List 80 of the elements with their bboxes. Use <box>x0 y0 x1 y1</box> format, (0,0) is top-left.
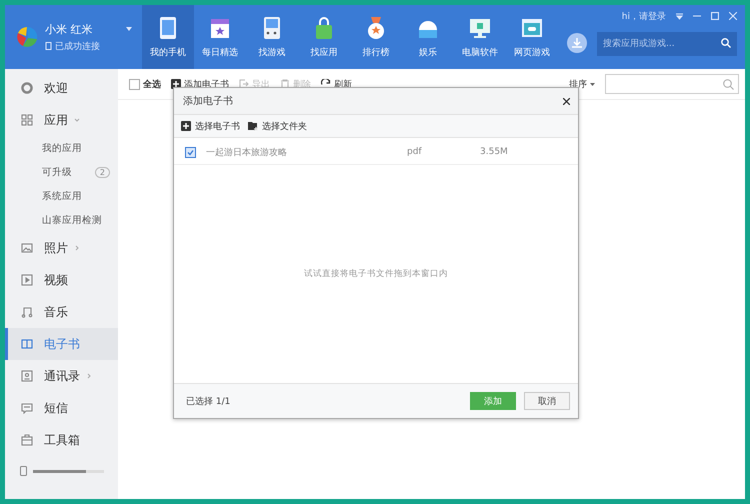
drop-hint: 试试直接将电子书文件拖到本窗口内 <box>304 268 448 280</box>
nav-tab[interactable]: 每日精选 <box>194 5 246 69</box>
nav-tab[interactable]: 我的手机 <box>142 5 194 69</box>
nav-tab[interactable]: 网页游戏 <box>506 5 558 69</box>
storage-bar <box>33 470 104 472</box>
sidebar-item[interactable]: 视频 <box>5 264 118 296</box>
sidebar-item[interactable]: 工具箱 <box>5 424 118 456</box>
download-button[interactable] <box>567 33 587 53</box>
message-icon <box>21 402 33 414</box>
sidebar-subitem[interactable]: 可升级 2 <box>5 160 118 184</box>
nav-tab[interactable]: 娱乐 <box>402 5 454 69</box>
contact-icon <box>21 370 33 382</box>
sidebar-label: 照片 <box>44 240 68 256</box>
chevron-down-icon <box>74 117 80 123</box>
file-name: 一起游日本旅游攻略 <box>206 146 288 158</box>
maximize-icon[interactable] <box>711 12 719 20</box>
download-icon <box>572 38 582 48</box>
music-note-icon <box>21 306 33 318</box>
sidebar-label: 电子书 <box>44 336 80 352</box>
file-checkbox[interactable] <box>185 146 196 158</box>
sidebar-label: 短信 <box>44 400 68 416</box>
nav-tab[interactable]: 排行榜 <box>350 5 402 69</box>
sidebar-label: 音乐 <box>44 304 68 320</box>
dialog-tool-button[interactable]: 选择电子书 <box>181 120 240 132</box>
image-icon <box>21 242 33 254</box>
dialog-tool-button[interactable]: 选择文件夹 <box>248 120 307 132</box>
video-icon <box>21 274 33 286</box>
sidebar-subitem[interactable]: 系统应用 <box>5 184 118 208</box>
circle-icon <box>21 82 33 94</box>
search-field[interactable] <box>605 74 739 94</box>
sidebar-label: 工具箱 <box>44 432 80 448</box>
device-name: 小米 红米 <box>45 22 94 36</box>
toolbox-icon <box>21 434 33 446</box>
book-icon <box>21 338 33 350</box>
caret-icon <box>590 82 595 86</box>
sidebar-item[interactable]: 欢迎 <box>5 72 118 104</box>
nav-tab[interactable]: 电脑软件 <box>454 5 506 69</box>
sidebar-item[interactable]: 应用 <box>5 104 118 136</box>
sidebar-label: 欢迎 <box>44 80 68 96</box>
count-badge: 2 <box>94 166 110 178</box>
grid-icon <box>21 114 33 126</box>
connection-status: 已成功连接 <box>55 40 100 52</box>
nav-tab[interactable]: 找游戏 <box>246 5 298 69</box>
phone-icon <box>20 466 27 476</box>
search-icon[interactable] <box>723 78 734 90</box>
file-type: pdf <box>407 147 423 157</box>
add-icon <box>181 121 191 131</box>
sidebar-label: 通讯录 <box>44 368 80 384</box>
folder-add-icon <box>248 121 258 131</box>
search-field[interactable]: 搜索应用或游戏... <box>597 32 737 56</box>
select-all-checkbox[interactable]: 全选 <box>129 78 161 90</box>
sidebar-subitem[interactable]: 我的应用 <box>5 136 118 160</box>
caret-icon[interactable] <box>126 27 132 31</box>
chevron-right-icon <box>74 245 80 251</box>
search-icon[interactable] <box>721 38 731 48</box>
file-size: 3.55M <box>480 147 508 157</box>
sidebar-item[interactable]: 通讯录 <box>5 360 118 392</box>
file-row[interactable]: 一起游日本旅游攻略 pdf 3.55M <box>174 140 578 165</box>
dropdown-icon[interactable] <box>676 12 683 20</box>
checkmark-icon <box>187 148 194 156</box>
cancel-button[interactable]: 取消 <box>524 392 570 410</box>
sidebar-item[interactable]: 照片 <box>5 232 118 264</box>
sidebar-label: 应用 <box>44 112 68 128</box>
sidebar-subitem[interactable]: 山寨应用检测 <box>5 208 118 232</box>
chevron-right-icon <box>86 373 92 379</box>
game-console-icon <box>261 16 283 40</box>
shopping-bag-icon <box>313 16 335 40</box>
medal-icon <box>365 16 387 40</box>
phone-link-icon <box>45 42 53 50</box>
app-logo-icon <box>15 25 39 49</box>
close-icon[interactable] <box>563 98 570 104</box>
export-icon <box>239 79 249 89</box>
trash-icon <box>280 79 290 89</box>
sidebar-item[interactable]: 短信 <box>5 392 118 424</box>
selection-status: 已选择 1/1 <box>186 396 232 408</box>
phone-icon <box>157 16 179 40</box>
dialog-title: 添加电子书 <box>183 94 233 108</box>
sidebar-label: 视频 <box>44 272 68 288</box>
sidebar-item[interactable]: 音乐 <box>5 296 118 328</box>
nav-tab[interactable]: 找应用 <box>298 5 350 69</box>
